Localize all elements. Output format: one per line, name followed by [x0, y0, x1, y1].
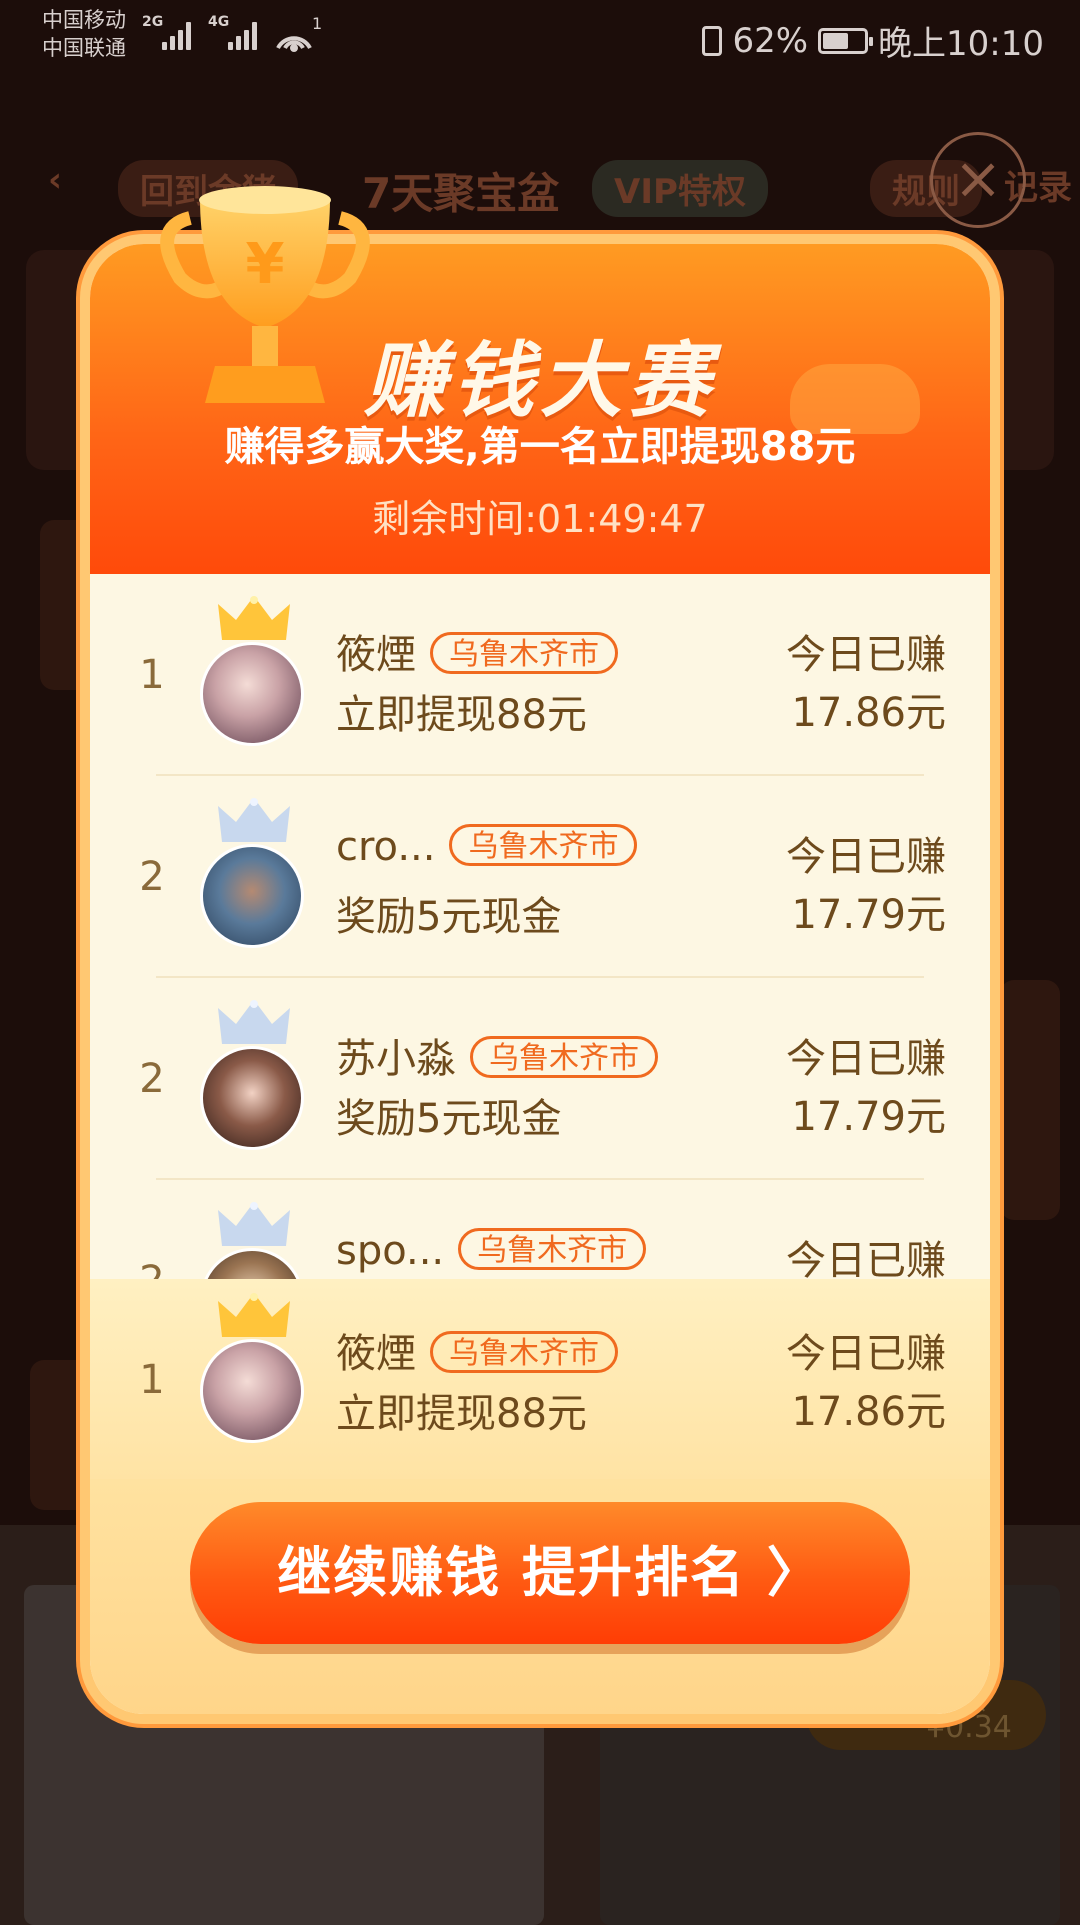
vibrate-icon [702, 25, 723, 56]
today-earned-label: 今日已赚 [786, 1036, 946, 1082]
user-name: 苏小淼 [336, 1036, 456, 1082]
continue-earning-button[interactable]: 继续赚钱 提升排名 〉 [190, 1502, 910, 1644]
silver-crown-icon [218, 798, 290, 842]
ranking-row[interactable]: 1 筱煙 乌鲁木齐市 立即提现88元 今日已赚 17.86元 [90, 574, 990, 776]
rank-number: 2 [139, 854, 165, 900]
today-earned-label: 今日已赚 [786, 632, 946, 678]
earned-amount: 17.79元 [791, 892, 946, 938]
battery-percent: 62% [732, 20, 809, 61]
reward-text: 立即提现88元 [336, 1391, 587, 1437]
hotspot-icon: 1 [272, 14, 322, 58]
my-ranking-row: 1 筱煙 乌鲁木齐市 立即提现88元 今日已赚 17.86元 [90, 1279, 990, 1479]
reward-text: 奖励5元现金 [336, 894, 562, 940]
user-name: 筱煙 [336, 1331, 416, 1377]
avatar [200, 1248, 304, 1279]
modal-subtitle: 赚得多赢大奖,第一名立即提现88元 [224, 424, 856, 470]
silver-crown-icon [218, 1000, 290, 1044]
status-bar: 中国移动 中国联通 2G 4G 1 62% 晚上10:10 [42, 6, 1044, 64]
earned-amount: 17.86元 [791, 690, 946, 736]
clock: 晚上10:10 [878, 24, 1044, 64]
earned-amount: 17.79元 [791, 1094, 946, 1140]
background-title: 7天聚宝盆 [362, 169, 560, 218]
city-tag: 乌鲁木齐市 [470, 1036, 658, 1078]
close-icon: × [953, 144, 1003, 212]
silver-crown-icon [218, 1202, 290, 1246]
user-name: 筱煙 [336, 632, 416, 678]
ranking-row[interactable]: 2 cro... 乌鲁木齐市 奖励5元现金 今日已赚 17.79元 [90, 776, 990, 978]
ranking-list[interactable]: 1 筱煙 乌鲁木齐市 立即提现88元 今日已赚 17.86元 2 cro... 乌鲁… [90, 574, 990, 1279]
carrier-1: 中国移动 [42, 8, 126, 32]
ranking-row[interactable]: 2 spo... 乌鲁木齐市 今日已赚 [90, 1180, 990, 1279]
user-name: spo... [336, 1228, 445, 1274]
svg-text:¥: ¥ [246, 232, 285, 297]
avatar [200, 1046, 304, 1150]
avatar [200, 844, 304, 948]
user-name: cro... [336, 824, 436, 870]
ranking-row[interactable]: 2 苏小淼 乌鲁木齐市 奖励5元现金 今日已赚 17.79元 [90, 978, 990, 1180]
reward-text: 立即提现88元 [336, 692, 587, 738]
countdown-timer: 剩余时间:01:49:47 [372, 497, 708, 541]
carrier-names: 中国移动 中国联通 [42, 6, 126, 62]
back-arrow-icon: ‹ [48, 160, 63, 200]
city-tag: 乌鲁木齐市 [458, 1228, 647, 1270]
trophy-icon: ¥ [160, 186, 370, 403]
today-earned-label: 今日已赚 [786, 834, 946, 880]
vip-badge: VIP特权 [592, 160, 768, 217]
close-button[interactable]: × [930, 132, 1026, 228]
city-tag: 乌鲁木齐市 [449, 824, 638, 866]
carrier-2: 中国联通 [42, 36, 126, 60]
rank-number: 2 [139, 1056, 165, 1102]
today-earned-label: 今日已赚 [786, 1238, 946, 1279]
rank-number: 1 [139, 1357, 165, 1403]
city-tag: 乌鲁木齐市 [430, 632, 618, 674]
earning-contest-modal: 赚钱大赛 赚得多赢大奖,第一名立即提现88元 剩余时间:01:49:47 1 筱… [80, 234, 1000, 1724]
city-tag: 乌鲁木齐市 [430, 1331, 618, 1373]
reward-text: 奖励5元现金 [336, 1096, 562, 1142]
rank-number: 1 [139, 652, 165, 698]
earned-amount: 17.86元 [791, 1389, 946, 1435]
gold-crown-icon [218, 1293, 290, 1337]
gold-crown-icon [218, 596, 290, 640]
avatar [200, 1339, 304, 1443]
avatar [200, 642, 304, 746]
rank-number: 2 [132, 1258, 172, 1279]
battery-icon [818, 27, 874, 54]
today-earned-label: 今日已赚 [786, 1331, 946, 1377]
